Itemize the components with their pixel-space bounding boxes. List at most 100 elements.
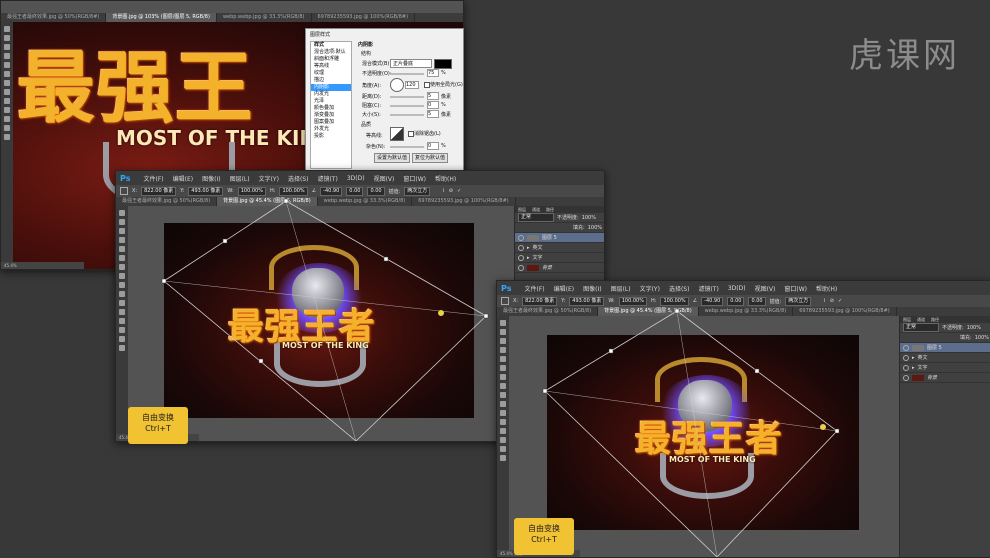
eye-icon[interactable] <box>518 264 524 271</box>
layer-row[interactable]: 图层 5 <box>900 343 990 353</box>
menu-3d[interactable]: 3D(D) <box>728 285 746 292</box>
menu-edit[interactable]: 编辑(E) <box>173 174 193 183</box>
angle-field[interactable]: -40.90 <box>320 186 343 196</box>
w-field[interactable]: 100.00% <box>237 186 266 196</box>
gradient-tool-icon[interactable] <box>119 300 125 306</box>
menu-help[interactable]: 帮助(H) <box>435 174 456 183</box>
menu-type[interactable]: 文字(Y) <box>259 174 279 183</box>
brush-tool-icon[interactable] <box>119 273 125 279</box>
h-field[interactable]: 100.00% <box>660 296 689 306</box>
lasso-tool-icon[interactable] <box>119 228 125 234</box>
x-field[interactable]: 822.00 像素 <box>141 186 177 196</box>
cancel-transform-icon[interactable]: ⊘ <box>449 188 453 194</box>
layer-opacity-value[interactable]: 100% <box>582 215 596 221</box>
layers-tab[interactable]: 图层 <box>900 316 914 323</box>
pen-tool-icon[interactable] <box>4 125 10 131</box>
x-field[interactable]: 822.00 像素 <box>522 296 558 306</box>
w-field[interactable]: 100.00% <box>618 296 647 306</box>
commit-transform-icon[interactable]: ✓ <box>838 298 842 304</box>
h-skew-field[interactable]: 0.00 <box>346 186 364 196</box>
eyedropper-tool-icon[interactable] <box>4 71 10 77</box>
back-tab-2[interactable]: 背景图.jpg @ 103% (图层/图层 5, RGB/8) <box>106 13 217 22</box>
front-tab-1[interactable]: 最强王者最终效果.jpg @ 50%(RGB/8) <box>497 307 599 316</box>
menu-select[interactable]: 选择(S) <box>669 284 690 293</box>
eraser-tool-icon[interactable] <box>500 401 506 407</box>
eraser-tool-icon[interactable] <box>119 291 125 297</box>
text-tool-icon[interactable] <box>119 318 125 324</box>
wand-tool-icon[interactable] <box>500 347 506 353</box>
choke-value[interactable]: 0 <box>427 101 439 109</box>
shape-tool-icon[interactable] <box>500 437 506 443</box>
back-tab-3[interactable]: webp.webp.jpg @ 33.3%(RGB/8) <box>217 13 312 22</box>
move-tool-icon[interactable] <box>4 26 10 32</box>
eyedropper-tool-icon[interactable] <box>500 365 506 371</box>
middle-tab-4[interactable]: 69789235593.jpg @ 100%(RGB/8#) <box>412 197 516 206</box>
style-item-satin[interactable]: 光泽 <box>311 98 351 105</box>
style-item-stroke[interactable]: 描边 <box>311 77 351 84</box>
warp-icon[interactable]: ⌇ <box>823 298 825 304</box>
heal-tool-icon[interactable] <box>119 264 125 270</box>
menu-select[interactable]: 选择(S) <box>288 174 309 183</box>
y-field[interactable]: 493.00 像素 <box>569 296 605 306</box>
layer-blend-select[interactable]: 正常 <box>518 213 554 222</box>
marquee-tool-icon[interactable] <box>119 219 125 225</box>
layer-row[interactable]: 图层 5 <box>515 233 604 243</box>
front-tab-2[interactable]: 背景图.jpg @ 45.4% (图层 5, RGB/8) <box>598 307 699 316</box>
interpolation-select[interactable]: 两次立方 <box>785 296 812 306</box>
h-skew-field[interactable]: 0.00 <box>727 296 745 306</box>
shadow-color-swatch[interactable] <box>434 59 452 69</box>
paths-tab[interactable]: 路径 <box>543 206 557 213</box>
front-canvas[interactable]: 最强王者 MOST OF THE KING <box>547 335 859 530</box>
noise-value[interactable]: 0 <box>427 142 439 150</box>
blend-mode-select[interactable]: 正片叠底 <box>390 59 432 68</box>
zoom-tool-icon[interactable] <box>119 345 125 351</box>
shape-tool-icon[interactable] <box>119 327 125 333</box>
menu-view[interactable]: 视图(V) <box>755 284 776 293</box>
stamp-tool-icon[interactable] <box>500 392 506 398</box>
heal-tool-icon[interactable] <box>500 374 506 380</box>
menu-image[interactable]: 图像(I) <box>202 174 220 183</box>
v-skew-field[interactable]: 0.00 <box>748 296 766 306</box>
style-item-outer-glow[interactable]: 外发光 <box>311 126 351 133</box>
heal-tool-icon[interactable] <box>4 80 10 86</box>
back-tab-1[interactable]: 最强王者最终效果.jpg @ 50%(RGB/8#) <box>1 13 107 22</box>
eye-icon[interactable] <box>903 364 909 371</box>
brush-tool-icon[interactable] <box>4 89 10 95</box>
channels-tab[interactable]: 通道 <box>914 316 928 323</box>
gradient-tool-icon[interactable] <box>500 410 506 416</box>
middle-tab-2[interactable]: 背景图.jpg @ 45.4% (图层 5, RGB/8) <box>217 197 318 206</box>
zoom-tool-icon[interactable] <box>500 455 506 461</box>
wand-tool-icon[interactable] <box>119 237 125 243</box>
y-field[interactable]: 493.00 像素 <box>188 186 224 196</box>
style-item-gradient-overlay[interactable]: 渐变叠加 <box>311 112 351 119</box>
angle-dial-icon[interactable] <box>390 78 404 92</box>
pen-tool-icon[interactable] <box>500 419 506 425</box>
layer-row[interactable]: ▸ 英文 <box>900 353 990 363</box>
layer-opacity-value[interactable]: 100% <box>967 325 981 331</box>
layer-blend-select[interactable]: 正常 <box>903 323 939 332</box>
menu-3d[interactable]: 3D(D) <box>347 175 365 182</box>
hand-tool-icon[interactable] <box>119 336 125 342</box>
style-item-blend[interactable]: 混合选项:默认 <box>311 49 351 56</box>
reference-point-icon[interactable] <box>120 187 128 195</box>
brush-tool-icon[interactable] <box>500 383 506 389</box>
layer-row[interactable]: 背景 <box>515 263 604 273</box>
choke-slider[interactable] <box>390 105 424 107</box>
style-item-inner-shadow[interactable]: 内阴影 <box>311 84 351 91</box>
paths-tab[interactable]: 路径 <box>928 316 942 323</box>
menu-help[interactable]: 帮助(H) <box>816 284 837 293</box>
style-item-drop-shadow[interactable]: 投影 <box>311 133 351 140</box>
menu-image[interactable]: 图像(I) <box>583 284 601 293</box>
back-tab-4[interactable]: 69789235593.jpg @ 100%(RGB/8#) <box>312 13 416 22</box>
middle-tab-1[interactable]: 最强王者最终效果.jpg @ 50%(RGB/8) <box>116 197 218 206</box>
menu-edit[interactable]: 编辑(E) <box>554 284 574 293</box>
text-tool-icon[interactable] <box>500 428 506 434</box>
marquee-tool-icon[interactable] <box>500 329 506 335</box>
h-field[interactable]: 100.00% <box>279 186 308 196</box>
stamp-tool-icon[interactable] <box>119 282 125 288</box>
menu-window[interactable]: 窗口(W) <box>784 284 807 293</box>
cancel-transform-icon[interactable]: ⊘ <box>830 298 834 304</box>
layer-fill-value[interactable]: 100% <box>588 225 602 231</box>
eye-icon[interactable] <box>903 374 909 381</box>
gradient-tool-icon[interactable] <box>4 116 10 122</box>
